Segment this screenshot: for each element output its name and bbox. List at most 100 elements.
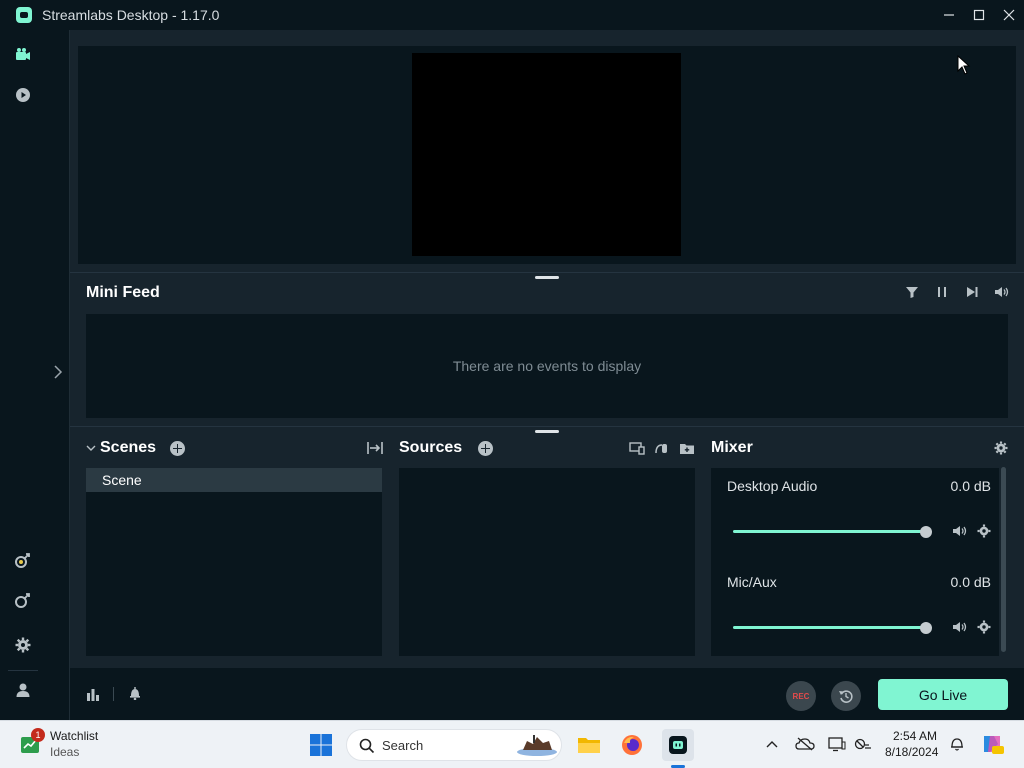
search-placeholder: Search [382,738,424,753]
gear-icon [994,441,1008,455]
streamlabs-logo-icon [16,7,32,23]
onedrive-tray-button[interactable] [795,735,815,753]
gear-icon [977,524,991,538]
volume-icon [953,622,967,632]
sources-header: Sources [399,438,494,458]
mini-feed-title: Mini Feed [86,284,160,301]
monitor-icon [828,737,846,752]
scene-item[interactable]: Scene [86,468,382,492]
bar-chart-icon [87,689,99,701]
studio-mode-nav-button[interactable] [13,550,33,570]
show-hidden-icons-button[interactable] [764,736,780,752]
volume-icon [995,287,1009,297]
bell-icon [951,738,963,751]
notification-center-button[interactable] [948,735,966,753]
copilot-button[interactable] [980,732,1004,756]
empty-events-text: There are no events to display [452,358,642,374]
play-circle-icon [16,88,30,102]
mixer-settings-button[interactable] [992,439,1010,457]
file-explorer-button[interactable] [577,733,601,757]
editor-nav-button[interactable] [13,45,33,65]
cloud-off-icon [795,737,815,751]
clock-date[interactable]: 8/18/2024 [885,745,938,759]
collapse-arrows-icon [367,442,383,454]
settings-nav-button[interactable] [13,635,33,655]
firefox-button[interactable] [620,733,644,757]
copilot-icon [984,736,1004,754]
left-nav [0,30,46,720]
folder-add-icon [680,444,694,454]
desktop-audio-settings-button[interactable] [975,522,993,540]
scenes-title: Scenes [100,439,157,456]
volume-slider-track[interactable] [733,530,925,533]
chevron-down-icon[interactable] [86,443,96,453]
mixer-title: Mixer [711,439,753,456]
minimize-button[interactable] [934,0,964,30]
network-tray-button[interactable] [853,735,873,753]
window-title: Streamlabs Desktop - 1.17.0 [42,7,220,23]
display-tray-button[interactable] [827,735,847,753]
volume-slider-knob[interactable] [920,525,932,538]
record-button[interactable]: REC [786,681,816,711]
layout-editor-nav-button[interactable] [13,590,33,610]
start-button[interactable] [309,733,333,757]
audio-source-icon [655,444,667,454]
go-live-button[interactable]: Go Live [878,679,1008,710]
chevron-up-icon [766,741,778,748]
close-icon [1003,9,1015,21]
skip-button[interactable] [964,284,980,300]
notifications-button[interactable] [126,684,144,702]
minimize-icon [944,14,954,16]
mouse-cursor-icon [957,55,971,75]
pause-button[interactable] [934,284,950,300]
gear-icon [15,637,31,653]
profile-nav-button[interactable] [13,680,33,700]
clock-time[interactable]: 2:54 AM [893,729,937,743]
volume-slider-track[interactable] [733,626,925,629]
camera-icon [16,48,30,60]
source-audio-button[interactable] [653,439,671,457]
filter-button[interactable] [904,284,920,300]
widget-title: Watchlist [50,729,99,743]
mixer-channel-name: Mic/Aux [727,574,777,590]
source-folder-button[interactable] [678,439,696,457]
search-highlight-image-icon [517,735,557,756]
title-bar: Streamlabs Desktop - 1.17.0 [0,0,1024,30]
firefox-icon [622,735,642,755]
skip-forward-icon [967,287,978,297]
play-nav-button[interactable] [13,85,33,105]
taskbar-search[interactable]: Search [346,729,562,761]
resize-handle[interactable] [535,276,559,279]
mute-desktop-audio-button[interactable] [951,522,969,540]
maximize-button[interactable] [964,0,994,30]
mute-feed-button[interactable] [994,284,1010,300]
mute-mic-button[interactable] [951,618,969,636]
windows-logo-icon [310,734,332,756]
performance-button[interactable] [84,685,102,703]
preview-canvas[interactable] [412,53,681,256]
scene-collection-button[interactable] [366,439,384,457]
sources-title: Sources [399,439,463,456]
scenes-header: Scenes [86,438,186,458]
mini-feed-body: There are no events to display [86,314,1008,418]
main-area: Mini Feed There are no events to display… [70,30,1024,720]
mic-settings-button[interactable] [975,618,993,636]
sources-list [399,468,695,656]
mixer-body: Desktop Audio 0.0 dB Mic/Aux 0.0 dB [711,468,999,656]
add-scene-button[interactable] [170,440,186,456]
network-disconnected-icon [854,738,871,750]
search-icon [359,738,375,754]
expand-sidebar-button[interactable] [50,364,66,380]
resize-handle-bottom[interactable] [535,430,559,433]
close-button[interactable] [994,0,1024,30]
source-display-button[interactable] [628,439,646,457]
replay-buffer-button[interactable] [831,681,861,711]
streamlabs-icon [669,736,687,754]
widget-badge: 1 [31,728,45,742]
add-source-button[interactable] [478,440,494,456]
chevron-right-icon [54,365,63,379]
mixer-scrollbar[interactable] [1001,467,1006,652]
volume-slider-knob[interactable] [920,621,932,634]
preview-pane [78,46,1016,264]
streamlabs-taskbar-button[interactable] [662,729,694,761]
